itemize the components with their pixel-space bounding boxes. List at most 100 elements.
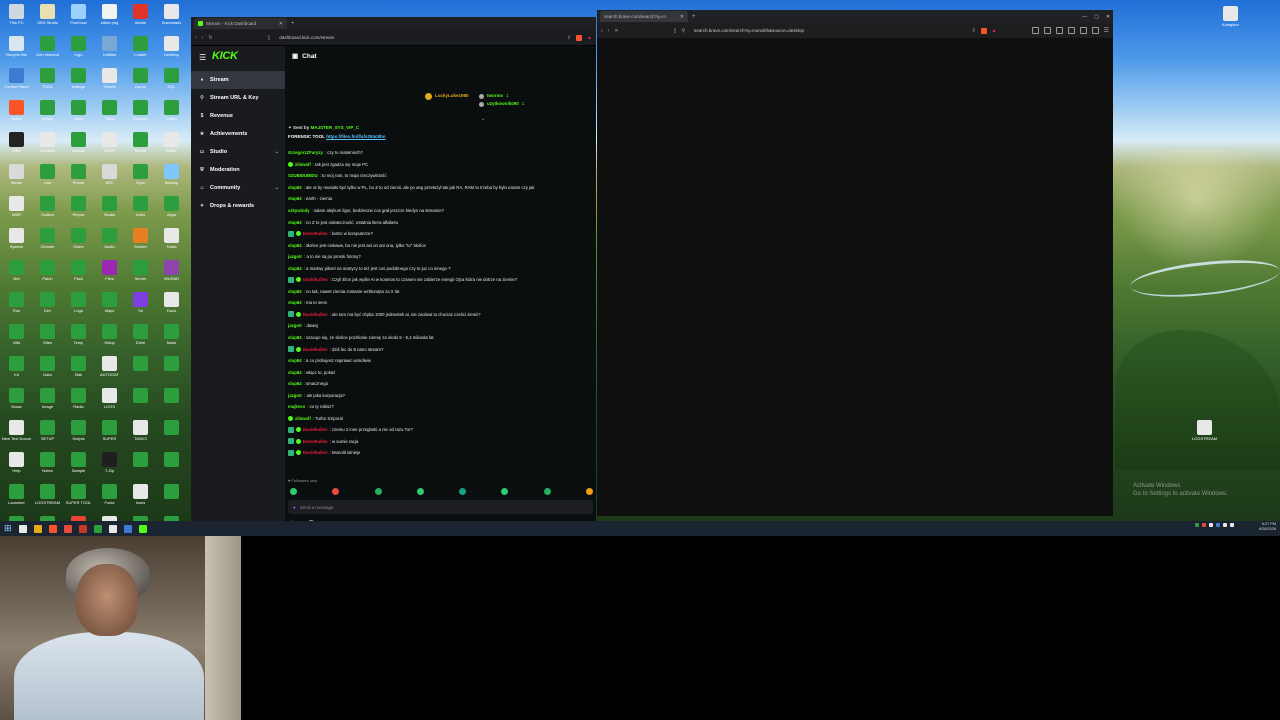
chat-username[interactable]: GrzegorzZFaryzy	[288, 150, 323, 155]
taskbar-app-icon[interactable]	[33, 524, 42, 533]
desktop-icon[interactable]: Logs	[64, 292, 93, 324]
taskbar-app-icon[interactable]	[93, 524, 102, 533]
desktop-icon[interactable]: Scripts	[64, 420, 93, 452]
desktop-icon[interactable]: System	[2, 228, 31, 260]
desktop-icon[interactable]	[157, 484, 186, 516]
desktop-icon[interactable]: Patch	[33, 260, 62, 292]
desktop-icon[interactable]	[126, 356, 155, 388]
leaderboard-entry[interactable]: LuckyLuke1980	[425, 92, 472, 100]
desktop-icon[interactable]: Apps	[157, 196, 186, 228]
desktop-icon[interactable]: Sender	[126, 228, 155, 260]
desktop-icon[interactable]: Editor	[157, 132, 186, 164]
chat-username[interactable]: jazgotr	[288, 393, 302, 398]
desktop-icon[interactable]: Dump	[126, 68, 155, 100]
tray-icon[interactable]	[1202, 523, 1206, 527]
chevron-down-icon[interactable]: ⌄	[275, 149, 279, 155]
chat-username[interactable]: SZUBIDUBIDU	[288, 173, 318, 178]
desktop-icon[interactable]: PostCast	[64, 4, 93, 36]
chat-username[interactable]: slup84	[288, 358, 302, 363]
emote-icon[interactable]	[543, 488, 551, 495]
url-field[interactable]: dashboard.kick.com/stream	[275, 33, 562, 42]
emote-icon[interactable]	[374, 488, 382, 495]
desktop-icon[interactable]	[157, 356, 186, 388]
desktop-icon[interactable]: Phone	[64, 164, 93, 196]
close-tab-icon[interactable]: ✕	[680, 14, 684, 20]
desktop-icon[interactable]: USER	[95, 132, 124, 164]
chat-username[interactable]: szkywindy	[288, 208, 310, 213]
chat-username[interactable]: jazgotr	[288, 323, 302, 328]
desktop-icon[interactable]: Video	[157, 100, 186, 132]
desktop-icon[interactable]: Launcher	[2, 484, 31, 516]
desktop-icon[interactable]: Studio	[95, 196, 124, 228]
desktop-icon[interactable]: Mods	[157, 324, 186, 356]
tray-icon[interactable]	[1216, 523, 1220, 527]
desktop-icon[interactable]: Share	[64, 228, 93, 260]
desktop-icon[interactable]: Scanner	[126, 100, 155, 132]
leo-ai-icon[interactable]	[1091, 27, 1099, 34]
desktop-icon[interactable]: Docs	[157, 292, 186, 324]
site-info-icon[interactable]: ⚲	[681, 28, 685, 34]
tray-icon[interactable]	[1209, 523, 1213, 527]
desktop-icon[interactable]: Disk	[64, 356, 93, 388]
chat-username[interactable]: DavidKallen	[303, 277, 328, 282]
desktop-icon[interactable]: SETUP	[33, 420, 62, 452]
desktop-icon[interactable]: Music	[2, 388, 31, 420]
desktop-icon[interactable]: Brave	[2, 100, 31, 132]
sidebar-icon[interactable]	[1031, 27, 1039, 34]
url-field[interactable]: search.brave.com/search?q=monolith&sourc…	[690, 26, 966, 35]
chat-username[interactable]: DavidKallen	[303, 450, 328, 455]
desktop-icon[interactable]: Utils	[2, 324, 31, 356]
desktop-icon[interactable]	[126, 452, 155, 484]
desktop-icon[interactable]: LOGS	[95, 388, 124, 420]
desktop-icon[interactable]: Net	[2, 260, 31, 292]
desktop-icon[interactable]: Audio	[95, 228, 124, 260]
desktop-icon[interactable]: Tasks	[157, 228, 186, 260]
chat-username[interactable]: zibiwolf	[295, 162, 311, 167]
split-view-icon[interactable]	[1055, 27, 1063, 34]
desktop-icon[interactable]: 7-Zip	[95, 452, 124, 484]
bookmark-icon[interactable]: ▯	[674, 28, 677, 34]
desktop-icon[interactable]: Notes	[33, 452, 62, 484]
sidebar-item-drops-rewards[interactable]: ✦ Drops & rewards	[191, 197, 285, 215]
desktop-icon[interactable]: Gen shortcut	[33, 36, 62, 68]
desktop-icon[interactable]: Icons	[126, 484, 155, 516]
desktop-icon[interactable]: ARC	[95, 164, 124, 196]
desktop-icon[interactable]: Report	[64, 196, 93, 228]
chat-username[interactable]: slup84	[288, 335, 302, 340]
emote-icon[interactable]	[290, 488, 297, 495]
desktop-icon[interactable]	[157, 388, 186, 420]
menu-icon[interactable]: ☰	[199, 53, 206, 62]
emoji-icon[interactable]: ●	[293, 505, 296, 510]
desktop-icon[interactable]: editor.png	[95, 4, 124, 36]
desktop-icon[interactable]: Maps	[95, 292, 124, 324]
tray-icon[interactable]	[1223, 523, 1227, 527]
desktop-icon[interactable]: player	[33, 100, 62, 132]
desktop-icon[interactable]: TASKS	[126, 420, 155, 452]
desktop-icon[interactable]: ergo	[64, 36, 93, 68]
desktop-icon[interactable]: Desktop	[157, 36, 186, 68]
chat-username[interactable]: slup84	[288, 370, 302, 375]
windows-start-icon[interactable]: ⊞	[4, 523, 12, 534]
desktop-icon[interactable]: Radio	[64, 388, 93, 420]
desktop-icon[interactable]: Files	[95, 260, 124, 292]
download-icon[interactable]	[1043, 27, 1051, 34]
minimize-icon[interactable]: —	[1082, 14, 1087, 20]
desktop-icon[interactable]: LOGSTREAM	[33, 484, 62, 516]
maximize-icon[interactable]: ▢	[1094, 14, 1099, 20]
desktop-icon[interactable]: Sample	[64, 452, 93, 484]
emote-icon[interactable]	[332, 488, 340, 495]
taskbar-app-icon[interactable]	[108, 524, 117, 533]
chat-username[interactable]: slup84	[288, 300, 302, 305]
sidebar-item-achievements[interactable]: ★ Achievements	[191, 125, 285, 143]
desktop-icon[interactable]: WinRAR	[157, 260, 186, 292]
share-icon[interactable]: ⇪	[971, 28, 975, 34]
desktop-icon[interactable]: Kit	[2, 356, 31, 388]
desktop-icon[interactable]: Tools	[95, 100, 124, 132]
desktop-icon[interactable]: Toolbox	[33, 196, 62, 228]
desktop-icon[interactable]: Run	[2, 292, 31, 324]
desktop-icon[interactable]: Thumb	[95, 68, 124, 100]
desktop-icon[interactable]: SQL	[157, 68, 186, 100]
reload-icon[interactable]: ↻	[208, 35, 212, 41]
emote-icon[interactable]	[416, 488, 424, 495]
chevron-down-icon[interactable]: ⌄	[275, 185, 279, 191]
